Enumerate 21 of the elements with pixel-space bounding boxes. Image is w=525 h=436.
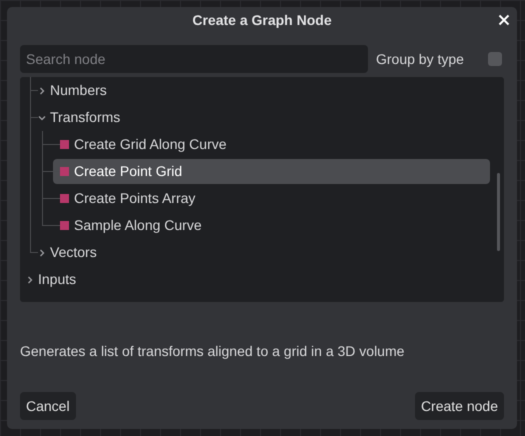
chevron-right-icon[interactable] <box>38 86 46 94</box>
chevron-right-icon[interactable] <box>38 248 46 256</box>
category-item[interactable]: Transforms <box>38 107 120 128</box>
create-node-button[interactable]: Create node <box>414 392 504 420</box>
category-item[interactable]: Vectors <box>38 242 97 263</box>
group-by-type-checkbox[interactable] <box>488 52 502 66</box>
node-description: Generates a list of transforms aligned to a grid in a 3D volume <box>20 342 406 361</box>
close-icon[interactable] <box>498 14 510 26</box>
scrollbar[interactable] <box>497 173 500 251</box>
node-item[interactable]: Create Point Grid <box>53 159 490 184</box>
node-item[interactable]: Create Grid Along Curve <box>53 132 490 157</box>
search-field[interactable]: Search node <box>20 45 368 73</box>
category-item[interactable]: Inputs <box>26 269 76 290</box>
node-item[interactable]: Sample Along Curve <box>53 213 490 238</box>
category-item[interactable]: Numbers <box>38 80 107 101</box>
node-item[interactable]: Create Points Array <box>53 186 490 211</box>
window-title: Create a Graph Node <box>192 11 332 30</box>
chevron-down-icon[interactable] <box>38 114 46 122</box>
group-by-type-label: Group by type <box>376 50 464 69</box>
cancel-button[interactable]: Cancel <box>20 392 76 420</box>
chevron-right-icon[interactable] <box>26 276 34 284</box>
